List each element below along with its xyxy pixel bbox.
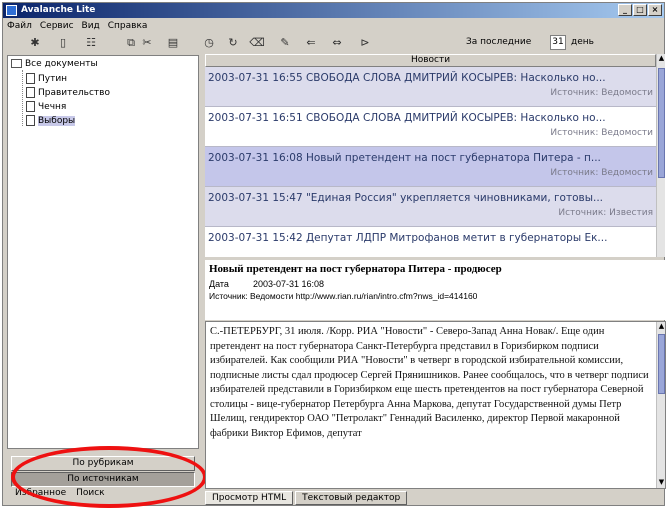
bug-icon[interactable]: ✱ — [27, 35, 43, 51]
news-item[interactable]: 2003-07-31 15:42 Депутат ЛДПР Митрофанов… — [205, 227, 656, 257]
cut-icon[interactable]: ✂ — [139, 35, 155, 51]
tree-item-all-documents[interactable]: Все документы — [11, 57, 98, 71]
tab-text-editor[interactable]: Текстовый редактор — [295, 491, 408, 505]
refresh-icon[interactable]: ↻ — [225, 35, 241, 51]
news-item[interactable]: 2003-07-31 16:51 СВОБОДА СЛОВА ДМИТРИЙ К… — [205, 107, 656, 147]
news-item-title: 2003-07-31 15:42 Депутат ЛДПР Митрофанов… — [208, 232, 608, 244]
tree-connector — [22, 70, 23, 126]
tree-item-chechnya[interactable]: Чечня — [26, 100, 66, 114]
toolbar: ✱ ▯ ☷ ⧉ ✂ ▤ ◷ ↻ ⌫ ✎ ⇐ ⇔ ⊳ За последние 3… — [3, 34, 664, 52]
scroll-down-icon[interactable]: ▼ — [657, 478, 665, 487]
scroll-thumb[interactable] — [658, 334, 665, 394]
scroll-up-icon[interactable]: ▲ — [657, 322, 665, 331]
article-text: С.-ПЕТЕРБУРГ, 31 июля. /Корр. РИА "Новос… — [210, 326, 649, 439]
tab-favorites[interactable]: Избранное — [15, 488, 66, 498]
folder-icon — [11, 59, 22, 68]
document-icon — [26, 115, 35, 126]
news-item-title: 2003-07-31 16:08 Новый претендент на пос… — [208, 152, 601, 164]
by-source-button[interactable]: По источникам — [11, 472, 195, 487]
app-window: Avalanche Lite _ □ × Файл Сервис Вид Спр… — [2, 2, 666, 508]
scroll-thumb[interactable] — [658, 68, 665, 178]
tree-item-putin[interactable]: Путин — [26, 72, 67, 86]
news-column-header[interactable]: Новости — [205, 54, 656, 67]
article-body[interactable]: С.-ПЕТЕРБУРГ, 31 июля. /Корр. РИА "Новос… — [205, 321, 666, 489]
new-doc-icon[interactable]: ▯ — [55, 35, 71, 51]
forward-icon[interactable]: ⇔ — [329, 35, 345, 51]
article-source[interactable]: Источник: Ведомости http://www.rian.ru/r… — [209, 291, 477, 301]
article-title: Новый претендент на пост губернатора Пит… — [209, 263, 502, 275]
news-item[interactable]: 2003-07-31 15:47 "Единая Россия" укрепля… — [205, 187, 656, 227]
news-item-selected[interactable]: 2003-07-31 16:08 Новый претендент на пос… — [205, 147, 656, 187]
news-scrollbar[interactable]: ▲ — [656, 54, 665, 257]
tab-search[interactable]: Поиск — [76, 488, 105, 498]
properties-icon[interactable]: ✎ — [277, 35, 293, 51]
menu-view[interactable]: Вид — [82, 19, 100, 33]
minimize-button[interactable]: _ — [618, 4, 632, 16]
back-icon[interactable]: ⇐ — [303, 35, 319, 51]
menu-help[interactable]: Справка — [108, 19, 148, 33]
period-label: За последние — [466, 37, 532, 47]
title-bar[interactable]: Avalanche Lite _ □ × — [3, 3, 664, 18]
document-icon — [26, 73, 35, 84]
left-tabs: Избранное Поиск — [15, 488, 105, 498]
days-input[interactable]: 31 — [550, 35, 566, 50]
tree-item-elections[interactable]: Выборы — [26, 114, 76, 128]
news-item-source: Источник: Ведомости — [550, 88, 653, 98]
article-header: Новый претендент на пост губернатора Пит… — [205, 260, 666, 320]
maximize-button[interactable]: □ — [633, 4, 647, 16]
menu-bar: Файл Сервис Вид Справка — [3, 19, 147, 33]
document-icon — [26, 87, 35, 98]
article-scrollbar[interactable]: ▲ ▼ — [656, 322, 665, 488]
pin-icon[interactable]: ⊳ — [357, 35, 373, 51]
by-rubric-button[interactable]: По рубрикам — [11, 456, 195, 471]
scroll-up-icon[interactable]: ▲ — [657, 54, 666, 63]
category-tree: Все документы Путин Правительство Чечня … — [7, 55, 199, 449]
tree-item-government[interactable]: Правительство — [26, 86, 110, 100]
article-date-label: Дата — [209, 279, 229, 289]
copy-icon[interactable]: ⧉ — [123, 35, 139, 51]
window-title: Avalanche Lite — [21, 5, 96, 15]
document-icon — [26, 101, 35, 112]
clock-icon[interactable]: ◷ — [201, 35, 217, 51]
news-item-title: 2003-07-31 15:47 "Единая Россия" укрепля… — [208, 192, 604, 204]
close-button[interactable]: × — [648, 4, 662, 16]
grid-icon[interactable]: ☷ — [83, 35, 99, 51]
view-tabs: Просмотр HTML Текстовый редактор — [205, 491, 408, 505]
news-item-title: 2003-07-31 16:55 СВОБОДА СЛОВА ДМИТРИЙ К… — [208, 72, 606, 84]
app-logo-icon — [6, 5, 17, 16]
news-item-source: Источник: Ведомости — [550, 128, 653, 138]
news-item-source: Источник: Ведомости — [550, 168, 653, 178]
article-date: 2003-07-31 16:08 — [253, 279, 325, 289]
menu-file[interactable]: Файл — [7, 19, 32, 33]
news-item[interactable]: 2003-07-31 16:55 СВОБОДА СЛОВА ДМИТРИЙ К… — [205, 67, 656, 107]
news-list: 2003-07-31 16:55 СВОБОДА СЛОВА ДМИТРИЙ К… — [205, 67, 656, 257]
news-item-source: Источник: Известия — [558, 208, 653, 218]
news-item-title: 2003-07-31 16:51 СВОБОДА СЛОВА ДМИТРИЙ К… — [208, 112, 606, 124]
tab-html-view[interactable]: Просмотр HTML — [205, 491, 294, 505]
menu-service[interactable]: Сервис — [40, 19, 74, 33]
days-unit-label: день — [571, 37, 594, 47]
paste-icon[interactable]: ▤ — [165, 35, 181, 51]
delete-icon[interactable]: ⌫ — [249, 35, 265, 51]
